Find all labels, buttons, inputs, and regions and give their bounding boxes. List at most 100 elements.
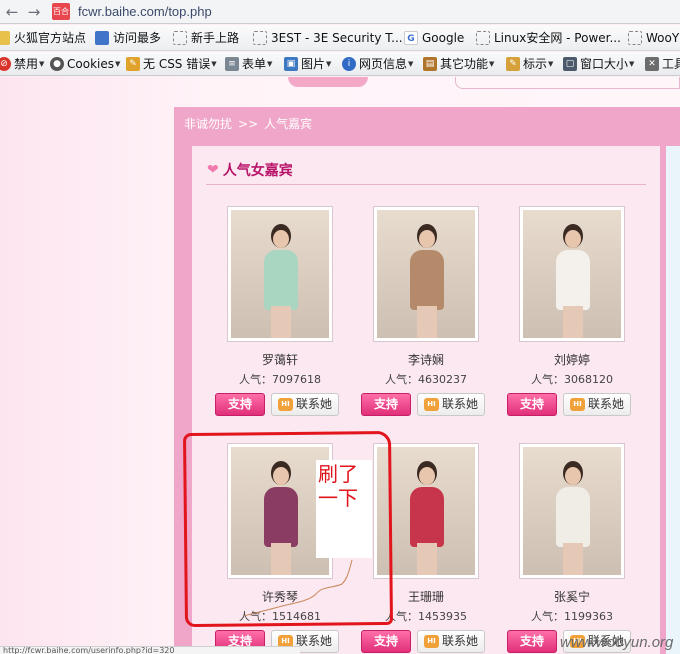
guest-popularity: 人气：4630237 (359, 371, 493, 387)
bookmark-item[interactable]: 火狐官方站点 (0, 29, 86, 47)
support-button[interactable]: 支持 (215, 393, 265, 416)
guest-photo[interactable] (373, 206, 479, 342)
portrait-legs (417, 543, 437, 575)
toolbar-menu-misc[interactable]: ▤ 其它功能 ▼ (423, 55, 494, 73)
portrait-face (565, 230, 581, 248)
guest-photo-image (231, 210, 329, 338)
tools-icon: ✕ (645, 57, 659, 71)
section-title: ❤ 人气女嘉宾 (207, 162, 293, 179)
image-icon: ▣ (284, 57, 298, 71)
guest-photo-image (523, 210, 621, 338)
bookmark-item[interactable]: G Google (404, 29, 464, 47)
toolbar-menu-forms[interactable]: ≡ 表单 ▼ (225, 55, 272, 73)
contact-label: 联系她 (295, 397, 332, 411)
chevron-down-icon: ▼ (629, 60, 635, 68)
outline-icon: ✎ (506, 57, 520, 71)
portrait-body (556, 250, 590, 310)
toolbar-menu-resize[interactable]: ▢ 窗口大小 ▼ (563, 55, 634, 73)
portrait-face (419, 230, 435, 248)
forward-icon[interactable]: → (24, 2, 44, 22)
toolbar-menu-cookies[interactable]: ● Cookies ▼ (50, 55, 120, 73)
guest-name[interactable]: 罗蔼轩 (213, 351, 347, 368)
support-button[interactable]: 支持 (507, 630, 557, 653)
web-developer-toolbar: ⊘ 禁用 ▼ ● Cookies ▼ ✎ 无 CSS 错误 ▼ ≡ 表单 ▼ ▣ 图片 ▼ i 网页信… (0, 52, 680, 76)
contact-her-button[interactable]: HI 联系她 (271, 393, 339, 416)
chevron-down-icon: ▼ (326, 60, 332, 68)
page-icon (476, 31, 490, 45)
chevron-down-icon: ▼ (489, 60, 495, 68)
portrait-face (419, 467, 435, 485)
bookmark-item[interactable]: 3EST - 3E Security T... (253, 29, 403, 47)
support-button[interactable]: 支持 (361, 630, 411, 653)
guest-photo[interactable] (519, 443, 625, 579)
hi-chat-icon: HI (423, 635, 439, 648)
breadcrumb-separator: >> (238, 117, 259, 131)
chevron-down-icon: ▼ (548, 60, 554, 68)
heart-icon: ❤ (207, 162, 219, 178)
guest-photo[interactable] (519, 206, 625, 342)
portrait-legs (271, 306, 291, 338)
toolbar-menu-tools[interactable]: ✕工具 (645, 55, 680, 73)
guest-photo-image (523, 447, 621, 575)
breadcrumb: 非诚勿扰 >> 人气嘉宾 (184, 115, 312, 132)
popularity-value: 3068120 (564, 373, 613, 386)
popularity-label: 人气： (239, 373, 272, 386)
bookmark-item[interactable]: 访问最多 (95, 29, 161, 47)
hi-chat-icon: HI (423, 398, 439, 411)
popularity-label: 人气： (531, 610, 564, 623)
breadcrumb-home-link[interactable]: 非诚勿扰 (184, 117, 232, 131)
support-button[interactable]: 支持 (507, 393, 557, 416)
guest-photo[interactable] (227, 206, 333, 342)
header-nav-tab[interactable] (288, 77, 368, 87)
page-icon (253, 31, 267, 45)
popularity-value: 1199363 (564, 610, 613, 623)
guest-name[interactable]: 刘婷婷 (505, 351, 639, 368)
css-icon: ✎ (126, 57, 140, 71)
guest-name[interactable]: 张奚宁 (505, 588, 639, 605)
page-icon (173, 31, 187, 45)
popularity-label: 人气： (531, 373, 564, 386)
resize-icon: ▢ (563, 57, 577, 71)
back-icon[interactable]: ← (2, 2, 22, 22)
portrait-body (410, 250, 444, 310)
bookmark-item[interactable]: 新手上路 (173, 29, 239, 47)
status-bar: http://fcwr.baihe.com/userinfo.php?id=32… (0, 646, 300, 654)
contact-label: 联系她 (587, 397, 624, 411)
bookmark-item[interactable]: Linux安全网 - Power... (476, 29, 621, 47)
divider (206, 184, 646, 185)
chevron-down-icon: ▼ (39, 60, 45, 68)
annotation-arrow (243, 559, 353, 617)
cookie-icon: ● (50, 57, 64, 71)
portrait-body (556, 487, 590, 547)
toolbar-menu-outline[interactable]: ✎ 标示 ▼ (506, 55, 553, 73)
toolbar-menu-images[interactable]: ▣ 图片 ▼ (284, 55, 331, 73)
portrait-legs (563, 543, 583, 575)
bookmark-item[interactable]: WooY (628, 29, 679, 47)
portrait-body (264, 250, 298, 310)
portrait-legs (417, 306, 437, 338)
annotation-text: 刷了一下 (318, 462, 358, 510)
misc-icon: ▤ (423, 57, 437, 71)
hi-chat-icon: HI (277, 398, 293, 411)
contact-her-button[interactable]: HI 联系她 (417, 630, 485, 653)
portrait-face (273, 230, 289, 248)
toolbar-menu-css[interactable]: ✎ 无 CSS 错误 ▼ (126, 55, 217, 73)
contact-label: 联系她 (295, 634, 332, 648)
toolbar-menu-info[interactable]: i 网页信息 ▼ (342, 55, 413, 73)
portrait-legs (563, 306, 583, 338)
support-button[interactable]: 支持 (361, 393, 411, 416)
toolbar-menu-disable[interactable]: ⊘ 禁用 ▼ (0, 55, 44, 73)
contact-her-button[interactable]: HI 联系她 (563, 393, 631, 416)
contact-her-button[interactable]: HI 联系她 (417, 393, 485, 416)
chevron-down-icon: ▼ (267, 60, 273, 68)
page-icon (628, 31, 642, 45)
disable-icon: ⊘ (0, 57, 11, 71)
site-favicon-icon: 百合 (52, 3, 70, 20)
contact-label: 联系她 (441, 397, 478, 411)
url-input[interactable]: fcwr.baihe.com/top.php (78, 4, 212, 19)
guest-popularity: 人气：1199363 (505, 608, 639, 624)
guest-popularity: 人气：7097618 (213, 371, 347, 387)
contact-label: 联系她 (441, 634, 478, 648)
guest-name[interactable]: 李诗娴 (359, 351, 493, 368)
folder-icon (95, 31, 109, 45)
